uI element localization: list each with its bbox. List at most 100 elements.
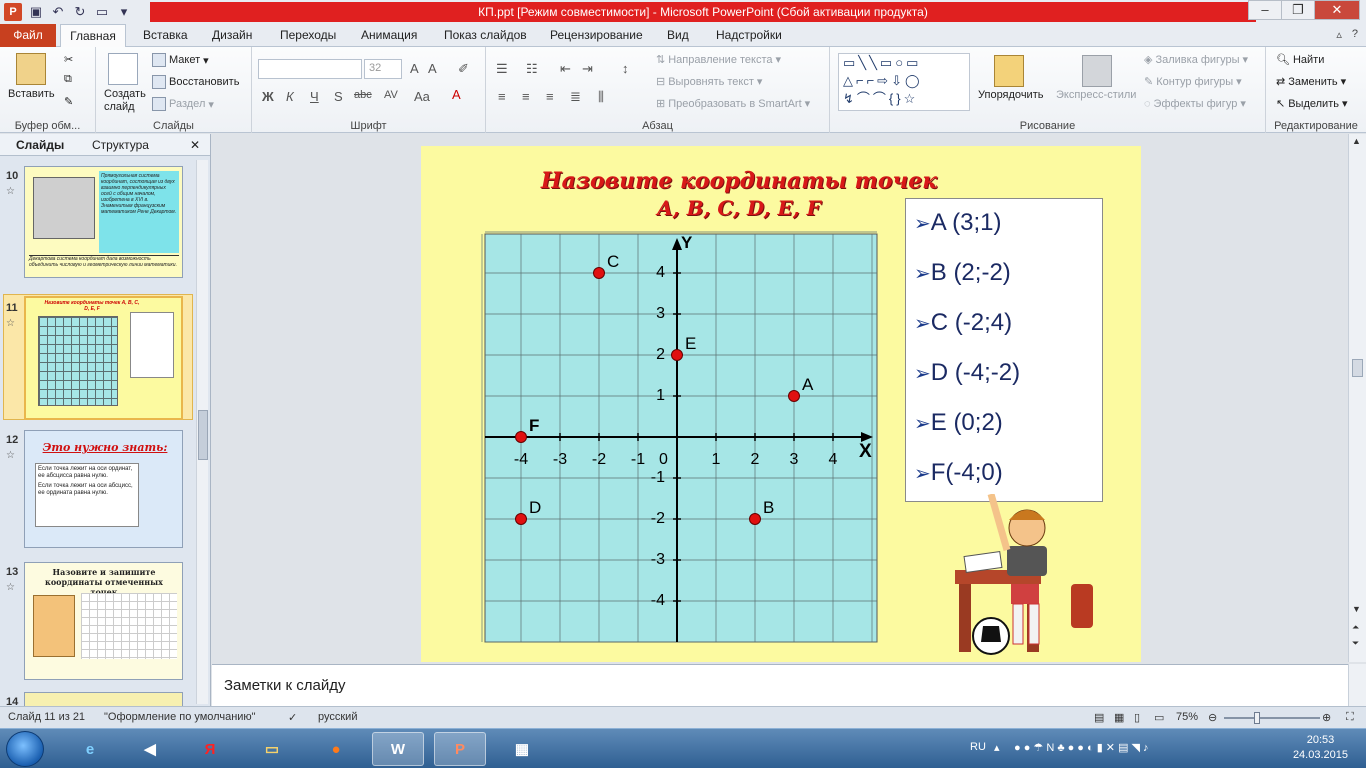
columns-icon[interactable]: ⫼ bbox=[598, 89, 604, 105]
shape-fill-button[interactable]: ◈ Заливка фигуры ▾ bbox=[1144, 53, 1248, 67]
scroll-down-icon[interactable]: ▼ bbox=[1352, 604, 1361, 614]
shrink-font-icon[interactable]: A bbox=[428, 61, 437, 76]
scroll-up-icon[interactable]: ▲ bbox=[1352, 136, 1361, 146]
start-button[interactable] bbox=[6, 731, 44, 767]
slide-thumbnail-10[interactable]: Прямоугольная система координат, состоящ… bbox=[24, 166, 183, 278]
tab-review[interactable]: Рецензирование bbox=[550, 28, 643, 42]
text-direction-button[interactable]: ⇅ Направление текста ▾ bbox=[656, 53, 781, 67]
tab-addins[interactable]: Надстройки bbox=[716, 28, 782, 42]
justify-icon[interactable]: ≣ bbox=[570, 89, 581, 105]
new-slide-button[interactable]: Создать слайд bbox=[104, 88, 148, 114]
section-button[interactable]: Раздел ▾ bbox=[152, 97, 214, 111]
customize-qat-icon[interactable]: ▾ bbox=[116, 4, 132, 20]
italic-icon[interactable]: К bbox=[286, 89, 294, 104]
tray-icons[interactable]: ● ● ☂ N ♣ ● ● ◐ ▮ ✕ ▤ ◥ ♪ bbox=[1014, 741, 1149, 754]
tab-home[interactable]: Главная bbox=[60, 24, 126, 48]
format-painter-icon[interactable]: ✎ bbox=[64, 95, 73, 108]
media-player-icon[interactable]: ◀ bbox=[124, 732, 176, 766]
select-button[interactable]: ↖ Выделить ▾ bbox=[1276, 97, 1348, 111]
internet-explorer-icon[interactable]: e bbox=[64, 732, 116, 766]
numbering-icon[interactable]: ☷ bbox=[526, 61, 538, 77]
decrease-indent-icon[interactable]: ⇤ bbox=[560, 61, 571, 77]
bullets-icon[interactable]: ☰ bbox=[496, 61, 508, 77]
redo-icon[interactable]: ↻ bbox=[72, 4, 88, 20]
zoom-slider-knob[interactable] bbox=[1254, 712, 1260, 724]
close-pane-icon[interactable]: ✕ bbox=[190, 138, 200, 152]
tab-transitions[interactable]: Переходы bbox=[280, 28, 336, 42]
minimize-button[interactable]: – bbox=[1248, 0, 1282, 20]
slides-pane-scrollbar[interactable] bbox=[196, 160, 208, 704]
normal-view-icon[interactable]: ▤ bbox=[1094, 711, 1104, 724]
powerpoint-taskbar-icon[interactable]: P bbox=[434, 732, 486, 766]
slide-thumbnail-11[interactable]: Назовите координаты точек A, B, C, D, E,… bbox=[24, 296, 183, 420]
scroll-thumb[interactable] bbox=[1352, 359, 1363, 377]
change-case-icon[interactable]: Aa bbox=[414, 89, 430, 104]
zoom-level[interactable]: 75% bbox=[1176, 711, 1198, 723]
cut-icon[interactable]: ✂ bbox=[64, 53, 73, 66]
spellcheck-icon[interactable]: ✓ bbox=[288, 711, 297, 724]
theme-name[interactable]: "Оформление по умолчанию" bbox=[104, 711, 256, 723]
copy-icon[interactable]: ⧉ bbox=[64, 73, 72, 86]
grow-font-icon[interactable]: A bbox=[410, 61, 419, 76]
tab-outline[interactable]: Структура bbox=[92, 138, 149, 152]
shape-effects-button[interactable]: ◌ Эффекты фигур ▾ bbox=[1144, 97, 1246, 111]
help-icon[interactable]: ? bbox=[1352, 28, 1358, 41]
notes-pane[interactable]: Заметки к слайду bbox=[212, 664, 1348, 706]
increase-indent-icon[interactable]: ⇥ bbox=[582, 61, 593, 77]
slide-sorter-icon[interactable]: ▦ bbox=[1114, 711, 1124, 724]
minimize-ribbon-icon[interactable]: ▵ bbox=[1336, 28, 1342, 41]
shape-outline-button[interactable]: ✎ Контур фигуры ▾ bbox=[1144, 75, 1242, 89]
align-text-button[interactable]: ⊟ Выровнять текст ▾ bbox=[656, 75, 762, 89]
slideshow-icon[interactable]: ▭ bbox=[94, 4, 110, 20]
notes-scrollbar[interactable] bbox=[1348, 664, 1366, 706]
shadow-icon[interactable]: S bbox=[334, 89, 343, 104]
zoom-slider[interactable] bbox=[1224, 717, 1320, 719]
close-button[interactable]: ✕ bbox=[1314, 0, 1360, 20]
tray-expand-icon[interactable]: ▴ bbox=[994, 741, 1000, 754]
underline-icon[interactable]: Ч bbox=[310, 89, 319, 104]
zoom-in-icon[interactable]: ⊕ bbox=[1322, 711, 1331, 724]
tab-design[interactable]: Дизайн bbox=[212, 28, 252, 42]
layout-button[interactable]: Макет ▾ bbox=[152, 53, 209, 67]
current-slide[interactable]: Назовите координаты точек A, B, C, D, E,… bbox=[421, 146, 1141, 662]
bold-icon[interactable]: Ж bbox=[262, 89, 274, 104]
tab-view[interactable]: Вид bbox=[667, 28, 689, 42]
undo-icon[interactable]: ↶ bbox=[50, 4, 66, 20]
restore-button[interactable]: ❐ bbox=[1281, 0, 1315, 20]
firefox-icon[interactable]: ● bbox=[310, 732, 362, 766]
strikethrough-icon[interactable]: abc bbox=[354, 89, 372, 101]
font-color-icon[interactable]: A bbox=[452, 87, 461, 102]
align-right-icon[interactable]: ≡ bbox=[546, 89, 554, 104]
zoom-out-icon[interactable]: ⊖ bbox=[1208, 711, 1217, 724]
word-icon[interactable]: W bbox=[372, 732, 424, 766]
font-name-combo[interactable] bbox=[258, 59, 362, 79]
system-clock[interactable]: 20:53 24.03.2015 bbox=[1293, 733, 1348, 763]
slideshow-view-icon[interactable]: ▭ bbox=[1154, 711, 1164, 724]
quick-styles-button[interactable]: Экспресс-стили bbox=[1056, 89, 1136, 101]
slide-thumbnail-14[interactable] bbox=[24, 692, 183, 706]
slide-thumbnail-12[interactable]: Это нужно знать: Если точка лежит на оси… bbox=[24, 430, 183, 548]
font-size-combo[interactable]: 32 bbox=[364, 59, 402, 79]
explorer-icon[interactable]: ▭ bbox=[246, 732, 298, 766]
tab-slideshow[interactable]: Показ слайдов bbox=[444, 28, 527, 42]
editor-scrollbar[interactable]: ▲ ▼ ⏶ ⏷ bbox=[1348, 134, 1366, 662]
reading-view-icon[interactable]: ▯ bbox=[1134, 711, 1140, 724]
keyboard-language[interactable]: RU bbox=[970, 741, 986, 753]
save-icon[interactable]: ▣ bbox=[28, 4, 44, 20]
fit-slide-icon[interactable]: ⛶ bbox=[1346, 711, 1354, 724]
yandex-icon[interactable]: Я bbox=[184, 732, 236, 766]
clear-formatting-icon[interactable]: ✐ bbox=[458, 61, 469, 77]
smartart-button[interactable]: ⊞ Преобразовать в SmartArt ▾ bbox=[656, 97, 810, 111]
align-center-icon[interactable]: ≡ bbox=[522, 89, 530, 104]
shapes-gallery[interactable]: ▭╲╲▭○▭ △⌐⌐⇨⇩◯ ↯⌒⌒{}☆ bbox=[838, 53, 970, 111]
powerpoint-logo-icon[interactable]: P bbox=[4, 3, 22, 21]
previous-slide-icon[interactable]: ⏶ bbox=[1352, 622, 1359, 633]
reset-button[interactable]: Восстановить bbox=[152, 75, 239, 89]
spacing-icon[interactable]: AV bbox=[384, 89, 398, 101]
replace-button[interactable]: ⇄ Заменить ▾ bbox=[1276, 75, 1346, 89]
tab-animation[interactable]: Анимация bbox=[361, 28, 417, 42]
tab-file[interactable]: Файл bbox=[0, 24, 56, 47]
line-spacing-icon[interactable]: ↕ bbox=[622, 61, 629, 76]
arrange-button[interactable]: Упорядочить bbox=[978, 89, 1043, 101]
tab-slides[interactable]: Слайды bbox=[16, 138, 64, 152]
